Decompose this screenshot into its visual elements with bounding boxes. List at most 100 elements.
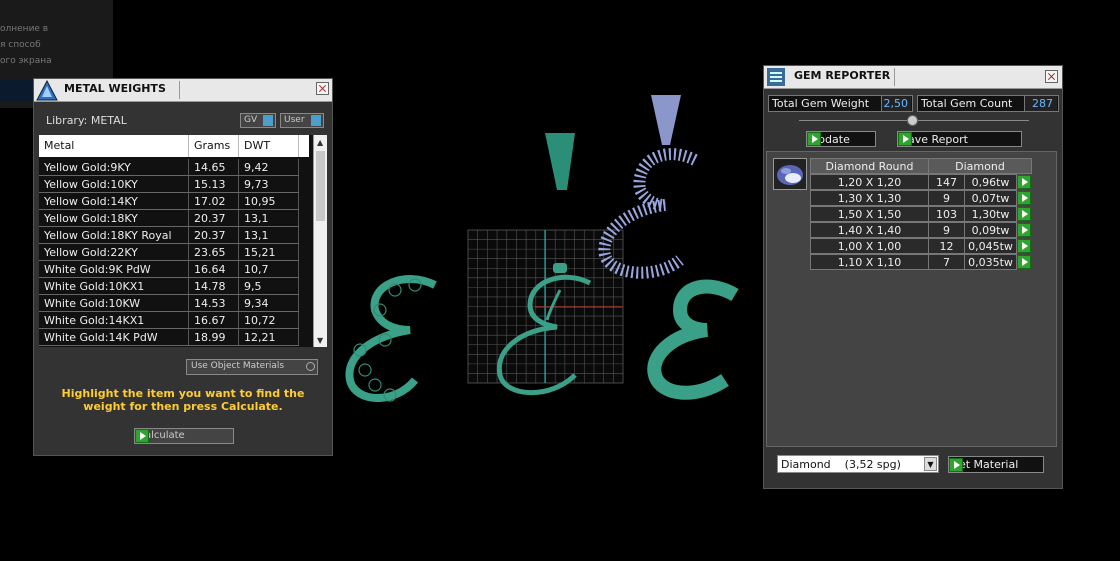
column-header-metal[interactable]: Metal xyxy=(39,135,189,157)
gem-size-cell: 1,50 X 1,50 xyxy=(810,206,929,222)
play-arrow-icon xyxy=(898,132,912,146)
gv-toggle[interactable]: GV xyxy=(240,113,276,128)
center-bail xyxy=(553,263,567,273)
select-gem-arrow-icon[interactable] xyxy=(1017,223,1031,237)
column-header-shape: Diamond Round xyxy=(810,158,929,174)
set-material-button[interactable]: Set Material xyxy=(948,456,1044,473)
scroll-down-icon[interactable]: ▼ xyxy=(317,336,323,345)
gem-weight-cell: 0,96tw xyxy=(964,174,1017,190)
column-header-grams[interactable]: Grams xyxy=(189,135,239,157)
column-header-material: Diamond xyxy=(928,158,1032,174)
gem-thumbnail[interactable] xyxy=(773,158,807,190)
select-gem-arrow-icon[interactable] xyxy=(1017,207,1031,221)
dwt-cell: 9,73 xyxy=(239,176,299,193)
column-header-dwt[interactable]: DWT xyxy=(239,135,299,157)
table-row[interactable]: Yellow Gold:10KY 15.13 9,73 xyxy=(39,176,309,193)
table-row[interactable]: Yellow Gold:18KY Royal 20.37 13,1 xyxy=(39,227,309,244)
metal-table-scrollbar[interactable]: ▲ ▼ xyxy=(313,135,327,347)
gem-size-cell: 1,40 X 1,40 xyxy=(810,222,929,238)
gem-weight-cell: 1,30tw xyxy=(964,206,1017,222)
grams-cell: 14.65 xyxy=(189,159,239,176)
instruction-text: Highlight the item you want to find the … xyxy=(61,387,305,413)
close-button[interactable] xyxy=(1045,70,1058,83)
grams-cell: 16.67 xyxy=(189,312,239,329)
table-row[interactable]: Yellow Gold:9KY 14.65 9,42 xyxy=(39,159,309,176)
honeycomb-e-model xyxy=(345,275,437,402)
gem-size-cell: 1,20 X 1,20 xyxy=(810,174,929,190)
grams-cell: 17.02 xyxy=(189,193,239,210)
grams-cell: 16.64 xyxy=(189,261,239,278)
close-button[interactable] xyxy=(316,82,329,95)
library-label: Library: METAL xyxy=(46,114,127,127)
dwt-cell: 13,1 xyxy=(239,210,299,227)
metal-cell: Yellow Gold:10KY xyxy=(39,176,189,193)
gem-weight-cell: 0,035tw xyxy=(964,254,1017,270)
gem-reporter-titlebar[interactable]: GEM REPORTER xyxy=(764,66,1062,89)
total-gem-count-value: 287 xyxy=(1024,96,1057,111)
viewport-3d[interactable] xyxy=(335,85,760,415)
save-report-button[interactable]: Save Report xyxy=(897,131,1022,147)
select-gem-arrow-icon[interactable] xyxy=(1017,191,1031,205)
scroll-up-icon[interactable]: ▲ xyxy=(317,138,323,147)
diamond-gem-icon xyxy=(777,165,803,185)
checkbox-circle-icon xyxy=(306,362,315,371)
grams-cell: 23.65 xyxy=(189,244,239,261)
dwt-cell: 10,95 xyxy=(239,193,299,210)
background-text-line: олнение в xyxy=(0,24,49,34)
table-row[interactable]: White Gold:9K PdW 16.64 10,7 xyxy=(39,261,309,278)
grams-cell: 14.53 xyxy=(189,295,239,312)
grams-cell: 20.37 xyxy=(189,227,239,244)
green-e-model xyxy=(647,279,739,400)
table-row[interactable]: Yellow Gold:18KY 20.37 13,1 xyxy=(39,210,309,227)
metal-cell: White Gold:9K PdW xyxy=(39,261,189,278)
table-row[interactable]: White Gold:10KW 14.53 9,34 xyxy=(39,295,309,312)
gem-count-cell: 9 xyxy=(928,190,965,206)
row-divider xyxy=(39,345,299,346)
scroll-thumb[interactable] xyxy=(316,151,325,221)
table-row[interactable]: White Gold:14K PdW 18.99 12,21 xyxy=(39,329,309,346)
grams-cell: 14.78 xyxy=(189,278,239,295)
dwt-cell: 15,21 xyxy=(239,244,299,261)
select-gem-arrow-icon[interactable] xyxy=(1017,175,1031,189)
splitter-handle[interactable] xyxy=(907,115,918,126)
gem-size-cell: 1,00 X 1,00 xyxy=(810,238,929,254)
gem-count-cell: 103 xyxy=(928,206,965,222)
metal-weights-titlebar[interactable]: METAL WEIGHTS xyxy=(34,79,332,102)
total-gem-count-label: Total Gem Count xyxy=(921,97,1013,110)
panel-title: GEM REPORTER xyxy=(794,69,891,82)
gv-indicator xyxy=(263,115,273,126)
table-row[interactable]: White Gold:10KX1 14.78 9,5 xyxy=(39,278,309,295)
total-gem-weight-value: 2,50 xyxy=(881,96,911,111)
select-gem-arrow-icon[interactable] xyxy=(1017,255,1031,269)
metal-cell: White Gold:10KW xyxy=(39,295,189,312)
metal-cell: Yellow Gold:9KY xyxy=(39,159,189,176)
table-row[interactable]: Yellow Gold:22KY 23.65 15,21 xyxy=(39,244,309,261)
gv-label: GV xyxy=(244,115,258,125)
metal-cell: White Gold:14K PdW xyxy=(39,329,189,346)
user-indicator xyxy=(311,115,321,126)
table-row[interactable]: White Gold:14KX1 16.67 10,72 xyxy=(39,312,309,329)
user-label: User xyxy=(284,115,305,125)
gem-count-cell: 9 xyxy=(928,222,965,238)
title-divider xyxy=(179,81,180,99)
gem-count-cell: 12 xyxy=(928,238,965,254)
total-gem-count-box: Total Gem Count 287 xyxy=(917,95,1059,112)
play-arrow-icon xyxy=(949,458,963,472)
dwt-cell: 9,5 xyxy=(239,278,299,295)
dwt-cell: 9,34 xyxy=(239,295,299,312)
calculate-button[interactable]: Calculate xyxy=(134,428,234,444)
app-logo-icon xyxy=(36,80,58,101)
table-row[interactable]: Yellow Gold:14KY 17.02 10,95 xyxy=(39,193,309,210)
metal-cell: White Gold:10KX1 xyxy=(39,278,189,295)
select-gem-arrow-icon[interactable] xyxy=(1017,239,1031,253)
gem-weight-cell: 0,07tw xyxy=(964,190,1017,206)
use-object-materials-checkbox[interactable]: Use Object Materials xyxy=(186,359,318,375)
dwt-cell: 10,7 xyxy=(239,261,299,278)
update-button[interactable]: Update xyxy=(806,131,876,147)
chevron-down-icon[interactable]: ▼ xyxy=(924,457,937,471)
gem-weight-cell: 0,09tw xyxy=(964,222,1017,238)
gem-count-cell: 7 xyxy=(928,254,965,270)
user-toggle[interactable]: User xyxy=(280,113,324,128)
dwt-cell: 13,1 xyxy=(239,227,299,244)
material-select[interactable]: Diamond (3,52 spg) ▼ xyxy=(777,455,939,473)
